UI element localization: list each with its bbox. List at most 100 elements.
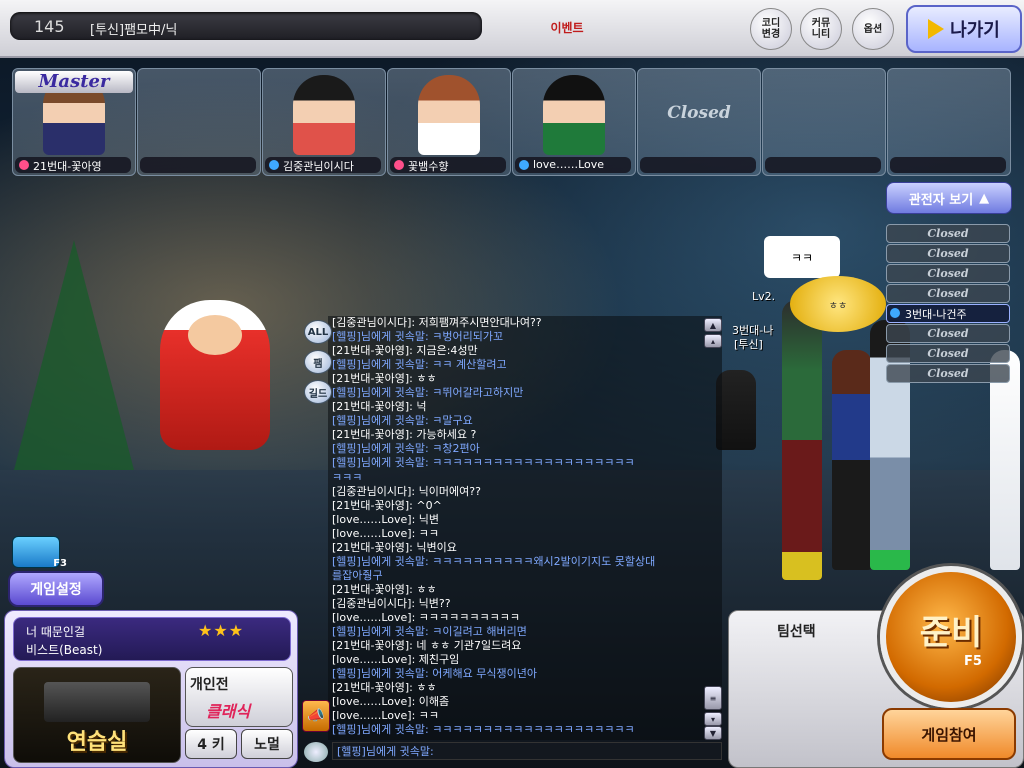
player-namebar: 김중관님이시다: [265, 157, 381, 173]
scroll-up-button[interactable]: ▴: [704, 334, 722, 348]
spectator-label: 관전자 보기: [908, 192, 974, 208]
player-slot-2[interactable]: [137, 68, 261, 176]
closed-label: Closed: [927, 267, 969, 280]
song-panel: 너 때문인걸 비스트(Beast) ★★★ 연습실 개인전 클래식 4 키 노멀: [4, 610, 298, 768]
player-namebar: 꽃뱀수향: [390, 157, 506, 173]
gender-dot-icon: [19, 160, 29, 170]
chat-message: [21번대-꽃아영]: ㅎㅎ: [332, 372, 437, 386]
key-mode-button[interactable]: 4 키: [185, 729, 237, 759]
emote-bubble: ㅎㅎ: [790, 276, 886, 332]
scroll-thumb[interactable]: ≡: [704, 686, 722, 710]
scroll-top-button[interactable]: ▲: [704, 318, 722, 332]
top-bar: 145 [투신]팸모中/닉 이벤트 코디 변경 커뮤 니티 옵션 나가기: [0, 0, 1024, 58]
megaphone-icon[interactable]: 📣: [302, 700, 330, 732]
mode-label: 개인전: [190, 677, 229, 693]
join-game-button[interactable]: 게임참여: [882, 708, 1016, 760]
spectator-slot[interactable]: Closed: [886, 264, 1010, 283]
spectator-slot[interactable]: Closed: [886, 324, 1010, 343]
chat-message: [헬핑]님에게 귓속말: ㅋ벙어리되가꼬: [332, 330, 504, 344]
gender-dot-icon: [394, 160, 404, 170]
chat-message: [love……Love]: 제친구임: [332, 653, 460, 667]
chat-message: [love……Love]: 이해좀: [332, 695, 450, 709]
player-slot-8[interactable]: [887, 68, 1011, 176]
song-artist: 비스트(Beast): [26, 643, 103, 657]
chat-message: [21번대-꽃아영]: ㅎㅎ: [332, 582, 437, 596]
closed-label: Closed: [927, 287, 969, 300]
spectator-slot[interactable]: Closed: [886, 364, 1010, 383]
camera-hotkey: F3: [53, 558, 67, 569]
spectator-slot[interactable]: Closed: [886, 244, 1010, 263]
player-slot-7[interactable]: [762, 68, 886, 176]
chat-log[interactable]: [김중관님이시다]: 저희팸껴주시면안대나여?? [헬핑]님에게 귓속말: ㅋ벙어…: [332, 316, 720, 740]
game-mode-button[interactable]: 개인전 클래식: [185, 667, 293, 727]
chat-message: [헬핑]님에게 귓속말: ㅋㅋㅋㅋㅋㅋㅋㅋㅋㅋ왜시2발이기지도 못할상대: [332, 554, 656, 568]
chat-message: 를잡아줭구: [332, 568, 383, 582]
chat-message: ㅋㅋㅋ: [332, 470, 363, 484]
spectator-slot[interactable]: 3번대-나건주: [886, 304, 1010, 323]
community-button[interactable]: 커뮤 니티: [800, 8, 842, 50]
scene-character-4: [716, 370, 756, 450]
exit-button[interactable]: 나가기: [906, 5, 1022, 53]
chat-message: [헬핑]님에게 귓속말: ㅋ창2편아: [332, 442, 480, 456]
chat-input-row: [302, 740, 724, 764]
player-avatar: [543, 75, 605, 155]
scene-character-1: [782, 300, 822, 580]
player-slot-1[interactable]: Master 21번대-꽃아영: [12, 68, 136, 176]
chat-input[interactable]: [332, 742, 722, 760]
chat-message: [21번대-꽃아영]: 넉: [332, 400, 427, 414]
chat-message: [김중관님이시다]: 닉변??: [332, 596, 451, 610]
chat-tab-guild[interactable]: 길드: [304, 380, 332, 404]
difficulty-button[interactable]: 노멀: [241, 729, 293, 759]
player-guild-label: [투신]: [734, 338, 763, 351]
room-number: 145: [34, 17, 65, 36]
chat-tab-family[interactable]: 팸: [304, 350, 332, 374]
player-slot-6[interactable]: Closed: [637, 68, 761, 176]
closed-label: Closed: [927, 227, 969, 240]
spectator-view-button[interactable]: 관전자 보기 ▲: [886, 182, 1012, 214]
chat-message: [헬핑]님에게 귓속말: ㅋㅋ 계산할려고: [332, 358, 507, 372]
song-info[interactable]: 너 때문인걸 비스트(Beast) ★★★: [13, 617, 291, 661]
option-button[interactable]: 옵션: [852, 8, 894, 50]
chat-message: [love……Love]: ㅋㅋㅋㅋㅋㅋㅋㅋㅋㅋ: [332, 610, 520, 624]
spectator-name: 3번대-나건주: [905, 308, 967, 321]
spectator-slot[interactable]: Closed: [886, 284, 1010, 303]
master-badge: Master: [15, 71, 133, 93]
codi-change-button[interactable]: 코디 변경: [750, 8, 792, 50]
chat-message: [21번대-꽃아영]: 가능하세요 ?: [332, 428, 477, 442]
game-settings-button[interactable]: 게임설정: [8, 571, 104, 607]
scroll-bottom-button[interactable]: ▼: [704, 726, 722, 740]
speech-bubble-icon[interactable]: [304, 742, 328, 762]
arrow-right-icon: [928, 19, 945, 39]
spectator-slot[interactable]: Closed: [886, 344, 1010, 363]
chat-message: [21번대-꽃아영]: 네 ㅎㅎ 기관7일드려요: [332, 639, 522, 653]
difficulty-stars: ★★★: [198, 621, 245, 640]
triangle-up-icon: ▲: [979, 190, 990, 206]
player-slot-3[interactable]: 김중관님이시다: [262, 68, 386, 176]
closed-label: Closed: [667, 103, 731, 123]
ready-button[interactable]: 준비 F5: [880, 566, 1022, 708]
player-namebar: [890, 157, 1006, 173]
player-namebar: 21번대-꽃아영: [15, 157, 131, 173]
song-title: 너 때문인걸: [26, 625, 86, 639]
player-slot-5[interactable]: love……Love: [512, 68, 636, 176]
player-name: 꽃뱀수향: [408, 160, 449, 173]
christmas-tree: [14, 240, 134, 470]
chat-message: [21번대-꽃아영]: ^0^: [332, 498, 442, 512]
closed-label: Closed: [927, 247, 969, 260]
closed-label: Closed: [927, 367, 969, 380]
practice-stage-image: [44, 682, 150, 722]
chat-message: [love……Love]: ㅋㅋ: [332, 526, 440, 540]
closed-label: Closed: [927, 327, 969, 340]
ready-label: 준비: [919, 613, 983, 653]
player-avatar: [293, 75, 355, 155]
chat-tab-all[interactable]: ALL: [304, 320, 332, 344]
room-title-box: 145 [투신]팸모中/닉: [10, 12, 482, 40]
event-button[interactable]: 이벤트: [544, 10, 590, 44]
player-slot-4[interactable]: 꽃뱀수향: [387, 68, 511, 176]
camera-icon[interactable]: F3: [12, 536, 67, 569]
scene-character-2: [832, 350, 872, 570]
practice-room-button[interactable]: 연습실: [13, 667, 181, 763]
chat-message: [21번대-꽃아영]: 닉변이요: [332, 540, 457, 554]
scroll-down-button[interactable]: ▾: [704, 712, 722, 726]
spectator-slot[interactable]: Closed: [886, 224, 1010, 243]
